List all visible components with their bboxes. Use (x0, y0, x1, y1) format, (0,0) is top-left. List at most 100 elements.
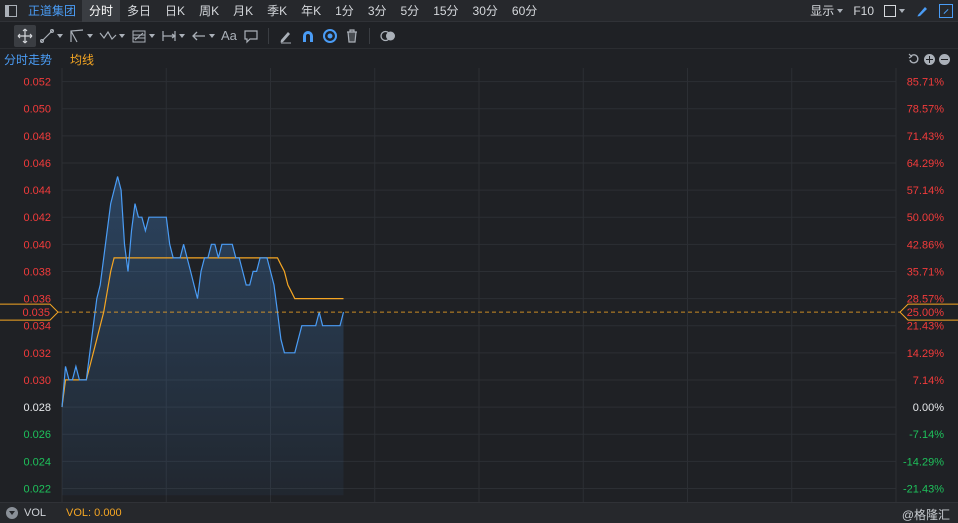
popout-icon (939, 4, 953, 18)
fibonacci-icon (132, 30, 146, 42)
tab-quarterly-k[interactable]: 季K (260, 0, 294, 22)
display-label: 显示 (810, 4, 835, 18)
fib-tool[interactable] (128, 25, 158, 47)
legend-average-line[interactable]: 均线 (70, 51, 94, 68)
sidebar-toggle-button[interactable] (0, 0, 22, 22)
y-tick-label-right: 64.29% (907, 158, 945, 170)
tab-daily-k[interactable]: 日K (158, 0, 192, 22)
zoom-in-button[interactable] (924, 53, 935, 65)
display-dropdown[interactable]: 显示 (805, 0, 848, 22)
magnet-tool[interactable] (297, 25, 319, 47)
tab-time-share[interactable]: 分时 (82, 0, 121, 22)
tab-5min[interactable]: 5分 (394, 0, 427, 22)
y-tick-label-left: 0.042 (23, 212, 51, 224)
chevron-down-icon (179, 33, 185, 38)
legend-time-share[interactable]: 分时走势 (4, 51, 52, 68)
tab-1min[interactable]: 1分 (328, 0, 361, 22)
arrow-tool[interactable] (188, 25, 218, 47)
note-tool[interactable] (240, 25, 262, 47)
price-area-fill (62, 176, 344, 496)
drawing-toolbar: Aa (0, 23, 958, 49)
draw-pen-button[interactable] (910, 4, 934, 18)
tab-yearly-k[interactable]: 年K (294, 0, 328, 22)
layout-dropdown[interactable] (879, 5, 910, 17)
tab-15min[interactable]: 15分 (426, 0, 465, 22)
current-pct-label: 25.00% (907, 307, 945, 319)
y-tick-label-right: 71.43% (907, 131, 945, 143)
chevron-down-icon (87, 33, 93, 38)
y-tick-label-right: -21.43% (903, 483, 944, 495)
period-tab-bar: 正道集团 分时 多日 日K 周K 月K 季K 年K 1分 3分 5分 15分 3… (0, 0, 958, 22)
y-tick-label-right: -7.14% (909, 429, 944, 441)
eye-icon (322, 28, 337, 43)
y-tick-label-right: 57.14% (907, 185, 945, 197)
y-tick-label-right: 42.86% (907, 239, 945, 251)
eraser-tool[interactable] (275, 25, 297, 47)
text-tool[interactable]: Aa (218, 25, 240, 47)
trash-icon (346, 28, 357, 43)
volume-label: VOL (24, 507, 47, 519)
line-tool[interactable] (36, 25, 66, 47)
pencil-icon (280, 31, 291, 43)
f10-button[interactable]: F10 (848, 0, 879, 22)
magnet-icon (302, 30, 313, 42)
measure-icon (162, 30, 177, 41)
y-tick-label-right: 78.57% (907, 104, 945, 116)
volume-value: VOL: 0.000 (66, 507, 122, 519)
y-tick-label-left: 0.038 (23, 266, 51, 278)
toggle-icon (380, 30, 395, 41)
y-tick-label-right: 7.14% (913, 375, 944, 387)
channel-tool[interactable] (66, 25, 96, 47)
y-tick-label-right: -14.29% (903, 456, 944, 468)
y-tick-label-right: 0.00% (913, 402, 944, 414)
undo-icon[interactable] (908, 53, 920, 65)
chevron-down-icon (899, 9, 905, 13)
y-tick-label-left: 0.046 (23, 158, 51, 170)
wave-tool[interactable] (96, 25, 128, 47)
y-tick-label-left: 0.034 (23, 321, 51, 333)
y-tick-label-left: 0.026 (23, 429, 51, 441)
volume-bar: VOL VOL: 0.000 @格隆汇 (0, 502, 958, 523)
tab-weekly-k[interactable]: 周K (192, 0, 226, 22)
chevron-down-icon (149, 33, 155, 38)
intraday-chart[interactable]: 0.052 85.71% 0.050 78.57% 0.048 71.43% 0.046 64… (0, 68, 958, 502)
zoom-out-button[interactable] (939, 53, 950, 65)
y-tick-label-right: 14.29% (907, 348, 945, 360)
y-tick-label-left: 0.022 (23, 483, 51, 495)
y-tick-label-left: 0.024 (23, 456, 51, 468)
y-tick-label-left: 0.028 (23, 402, 51, 414)
tab-3min[interactable]: 3分 (361, 0, 394, 22)
y-tick-label-left: 0.044 (23, 185, 51, 197)
square-icon (884, 5, 896, 17)
measure-tool[interactable] (158, 25, 188, 47)
wave-icon (99, 30, 117, 40)
chevron-down-icon (837, 9, 844, 13)
move-icon (17, 28, 33, 43)
y-tick-label-right: 21.43% (907, 321, 945, 333)
comment-icon (244, 29, 258, 43)
stock-name[interactable]: 正道集团 (22, 0, 82, 22)
trend-line-icon (40, 28, 54, 43)
popout-window-button[interactable] (934, 4, 958, 18)
watermark: @格隆汇 (901, 508, 950, 522)
toolbar-divider (368, 27, 370, 44)
panel-icon (5, 4, 17, 17)
tab-30min[interactable]: 30分 (466, 0, 505, 22)
y-tick-label-left: 0.030 (23, 375, 51, 387)
y-tick-label-right: 85.71% (907, 77, 945, 89)
chevron-down-icon (209, 33, 215, 38)
chevron-down-icon (57, 33, 63, 38)
channel-icon (70, 28, 84, 42)
y-tick-label-left: 0.050 (23, 104, 51, 116)
collapse-volume-button[interactable] (6, 507, 18, 519)
move-tool[interactable] (14, 24, 36, 47)
arrow-left-icon (192, 31, 205, 40)
y-tick-label-left: 0.032 (23, 348, 51, 360)
chevron-down-icon (119, 33, 125, 38)
link-toggle-tool[interactable] (376, 25, 400, 47)
tab-multi-day[interactable]: 多日 (120, 0, 158, 22)
delete-tool[interactable] (341, 25, 363, 47)
tab-60min[interactable]: 60分 (505, 0, 544, 22)
visibility-tool[interactable] (319, 25, 341, 47)
tab-monthly-k[interactable]: 月K (226, 0, 260, 22)
